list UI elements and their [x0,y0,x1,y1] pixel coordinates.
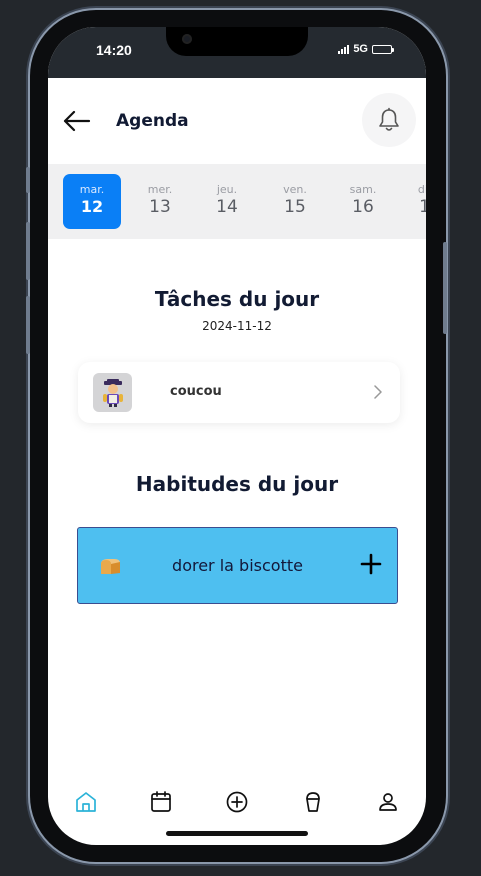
chevron-right-icon [374,385,382,399]
day-selector: mar. 12 mer. 13 jeu. 14 ven. 15 sam. 16 … [48,164,426,239]
day-number: 14 [216,197,238,217]
day-item[interactable]: jeu. 14 [198,174,256,229]
day-name: dim. [417,183,426,196]
habits-title: Habitudes du jour [135,472,339,496]
calendar-icon [151,791,171,812]
day-number: 16 [352,197,374,217]
day-item[interactable]: ven. 15 [266,174,324,229]
signal-icon [338,44,350,54]
home-icon [76,792,96,812]
tab-home[interactable] [74,790,98,814]
tab-calendar[interactable] [149,790,173,814]
status-indicators: 5G [338,43,394,55]
mute-switch [26,167,30,193]
character-avatar-icon [93,373,132,412]
tab-add[interactable] [225,790,249,814]
day-name: mar. [79,183,105,196]
day-name: sam. [349,183,377,196]
day-name: jeu. [216,183,238,196]
day-number: 17 [419,197,426,217]
task-name: coucou [170,384,222,399]
status-bar: 14:20 5G [48,27,426,78]
day-item-active[interactable]: mar. 12 [63,174,121,229]
back-button[interactable] [62,108,92,134]
volume-up-button [26,222,30,280]
day-item[interactable]: sam. 16 [334,174,392,229]
dynamic-island [166,27,308,56]
day-number: 13 [149,197,171,217]
day-item[interactable]: dim. 17 [401,174,426,229]
day-item[interactable]: mer. 13 [131,174,189,229]
app-screen: 14:20 5G Agenda mar. 12 mer. 13 jeu. 14 … [48,27,426,845]
camera-icon [182,34,192,44]
day-number: 15 [284,197,306,217]
profile-icon [379,793,397,811]
battery-icon [372,44,394,54]
task-card[interactable]: coucou [78,362,400,423]
tab-profile[interactable] [376,790,400,814]
bottom-tab-bar [48,782,426,822]
notifications-button[interactable] [362,93,416,147]
status-time: 14:20 [96,42,132,58]
app-header: Agenda [48,78,426,162]
bell-icon [379,107,399,131]
power-button [443,242,447,334]
add-circle-icon [226,791,248,813]
habit-card[interactable]: dorer la biscotte [77,527,398,604]
network-label: 5G [353,43,368,55]
habit-name: dorer la biscotte [172,556,303,575]
tab-bag[interactable] [301,790,325,814]
tasks-title: Tâches du jour [154,287,320,311]
arrow-left-icon [63,110,91,132]
home-indicator[interactable] [166,831,308,836]
tasks-date: 2024-11-12 [202,319,272,333]
day-number: 12 [80,197,104,216]
page-title: Agenda [116,111,189,131]
day-name: mer. [147,183,173,196]
bag-icon [306,792,320,812]
volume-down-button [26,296,30,354]
plus-icon[interactable] [360,553,382,575]
day-name: ven. [283,183,307,196]
